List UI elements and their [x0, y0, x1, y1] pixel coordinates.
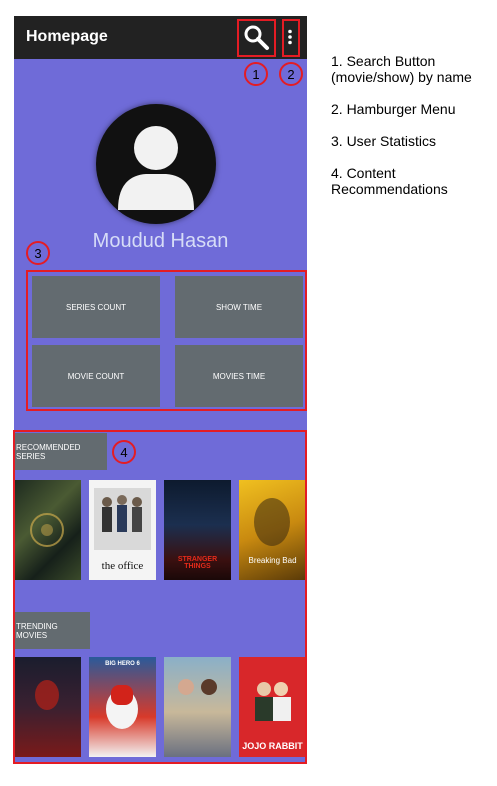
marker-4: 4 — [112, 440, 136, 464]
legend-recommendations: 4. Content Recommendations — [331, 165, 448, 197]
user-name: Moudud Hasan — [92, 230, 229, 252]
menu-button-highlight — [282, 19, 300, 57]
app-title: Homepage — [26, 28, 108, 45]
search-button-highlight — [237, 19, 276, 57]
avatar[interactable] — [96, 104, 216, 224]
marker-2: 2 — [279, 62, 303, 86]
person-icon — [118, 126, 194, 210]
legend-menu: 2. Hamburger Menu — [331, 101, 456, 117]
legend-search: 1. Search Button (movie/show) by name — [331, 53, 472, 85]
recommendations-highlight — [13, 430, 307, 764]
stats-highlight — [26, 270, 307, 411]
legend-stats: 3. User Statistics — [331, 133, 437, 149]
marker-1: 1 — [244, 62, 268, 86]
marker-3: 3 — [26, 241, 50, 265]
